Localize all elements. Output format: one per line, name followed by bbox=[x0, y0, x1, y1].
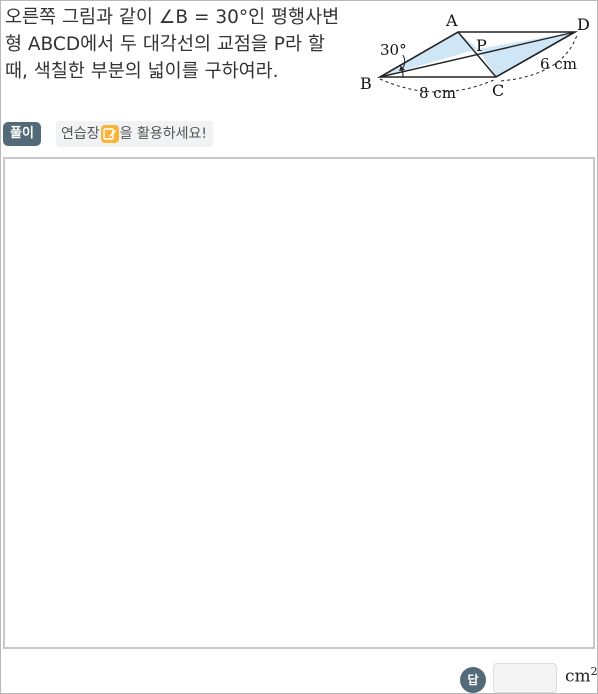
vertex-label-b: B bbox=[360, 74, 372, 93]
problem-card: 오른쪽 그림과 같이 ∠B = 30°인 평행사변형 ABCD에서 두 대각선의… bbox=[0, 0, 598, 694]
answer-unit-base: cm bbox=[565, 666, 591, 687]
length-label-bc: 8 cm bbox=[419, 84, 456, 102]
solve-button[interactable]: 풀이 bbox=[3, 122, 41, 146]
pencil-note-icon[interactable] bbox=[100, 125, 119, 143]
parallelogram-figure: A D B C P 30° 8 cm 6 cm bbox=[360, 11, 590, 102]
vertex-label-d: D bbox=[577, 15, 590, 34]
answer-input[interactable] bbox=[493, 663, 557, 693]
answer-unit-power: 2 bbox=[590, 665, 598, 678]
solution-work-area[interactable] bbox=[3, 157, 595, 649]
practice-notebook-hint[interactable]: 연습장 을 활용하세요! bbox=[56, 121, 213, 147]
practice-hint-text-after: 을 활용하세요! bbox=[119, 126, 207, 142]
question-text: 오른쪽 그림과 같이 ∠B = 30°인 평행사변형 ABCD에서 두 대각선의… bbox=[5, 7, 340, 82]
answer-label: 답 bbox=[460, 667, 486, 693]
length-label-cd: 6 cm bbox=[540, 55, 577, 73]
angle-label: 30° bbox=[380, 41, 407, 59]
practice-hint-text-before: 연습장 bbox=[61, 126, 100, 142]
intersection-label-p: P bbox=[476, 36, 487, 55]
vertex-label-a: A bbox=[445, 11, 458, 30]
answer-unit: cm2 bbox=[565, 665, 598, 687]
vertex-label-c: C bbox=[492, 81, 504, 100]
